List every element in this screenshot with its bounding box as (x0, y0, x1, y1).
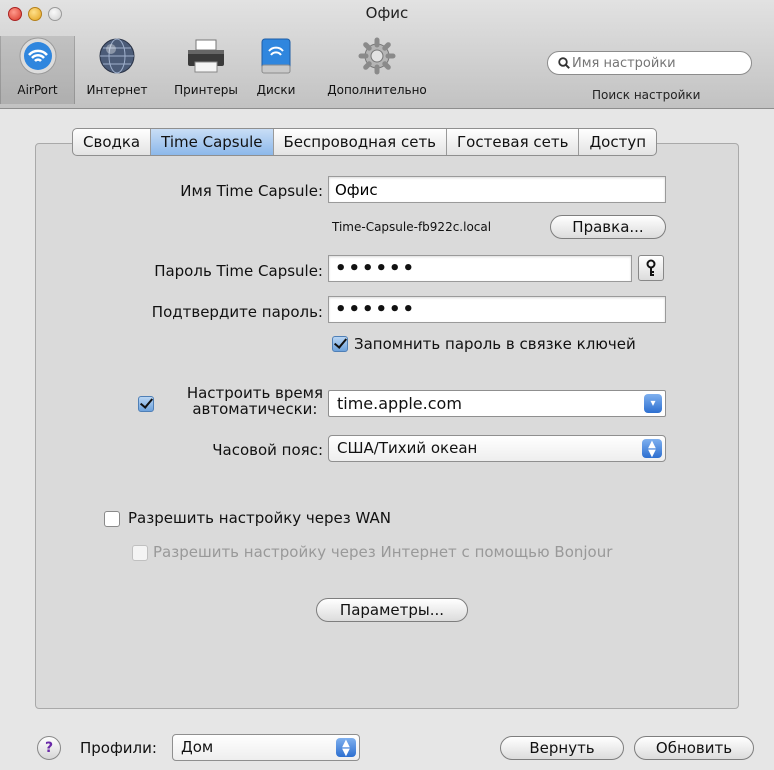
up-down-arrows-icon: ▲ ▼ (336, 738, 356, 757)
search-caption: Поиск настройки (592, 88, 701, 102)
toolbar-label-advanced: Дополнительно (327, 83, 427, 97)
toolbar-label-printers: Принтеры (174, 83, 238, 97)
allow-bonjour-checkbox[interactable] (132, 545, 148, 561)
revert-button[interactable]: Вернуть (500, 736, 624, 760)
toolbar-item-advanced[interactable]: Дополнительно (318, 36, 436, 104)
window-title: Офис (365, 4, 409, 22)
airport-icon (18, 36, 58, 76)
title-toolbar: Офис AirPort Интернет Принтеры Диски Доп… (0, 0, 774, 109)
update-button[interactable]: Обновить (634, 736, 754, 760)
disk-icon (256, 36, 296, 76)
confirm-password-field[interactable]: •••••• (328, 296, 666, 323)
remember-keychain-checkbox[interactable] (332, 336, 348, 352)
toolbar-item-printers[interactable]: Принтеры (167, 36, 245, 104)
time-capsule-name-field[interactable] (328, 176, 666, 203)
profiles-label: Профили: (80, 739, 157, 757)
globe-icon (97, 36, 137, 76)
gear-icon (357, 36, 397, 76)
name-label: Имя Time Capsule: (180, 182, 323, 200)
search-input[interactable] (570, 54, 734, 72)
toolbar-label-airport: AirPort (17, 83, 58, 97)
hostname-text: Time-Capsule-fb922c.local (332, 220, 492, 234)
parameters-button[interactable]: Параметры... (316, 598, 468, 622)
profile-select[interactable]: Дом ▲ ▼ (172, 734, 360, 761)
allow-wan-label: Разрешить настройку через WAN (128, 509, 391, 527)
timezone-value: США/Тихий океан (337, 439, 478, 457)
remember-keychain-label: Запомнить пароль в связке ключей (354, 335, 636, 353)
settings-search-field[interactable] (547, 51, 752, 75)
preferences-window: Офис AirPort Интернет Принтеры Диски Доп… (0, 0, 774, 770)
tab-guest-network[interactable]: Гостевая сеть (447, 129, 580, 155)
toolbar-item-disks[interactable]: Диски (248, 36, 304, 104)
timezone-select[interactable]: США/Тихий океан ▲ ▼ (328, 435, 666, 462)
password-field[interactable]: •••••• (328, 255, 632, 282)
toolbar-item-internet[interactable]: Интернет (80, 36, 154, 104)
toolbar-label-disks: Диски (256, 83, 296, 97)
auto-time-checkbox[interactable] (138, 396, 154, 412)
profile-value: Дом (181, 738, 214, 756)
tab-time-capsule[interactable]: Time Capsule (151, 129, 274, 155)
search-icon (558, 57, 570, 69)
toolbar-item-airport[interactable]: AirPort (0, 36, 75, 104)
tab-summary[interactable]: Сводка (73, 129, 152, 155)
edit-button[interactable]: Правка... (550, 215, 666, 239)
allow-wan-checkbox[interactable] (104, 511, 120, 527)
allow-bonjour-label: Разрешить настройку через Интернет с пом… (153, 543, 613, 561)
tab-access[interactable]: Доступ (579, 129, 656, 155)
chevron-down-icon[interactable]: ▾ (644, 394, 662, 413)
printer-icon (186, 36, 226, 76)
key-icon (646, 259, 656, 276)
tab-wireless[interactable]: Беспроводная сеть (274, 129, 448, 155)
auto-time-label-line2: автоматически: (192, 400, 318, 418)
help-button[interactable]: ? (37, 736, 61, 760)
timezone-label: Часовой пояс: (212, 441, 323, 459)
keychain-button[interactable] (638, 255, 664, 281)
confirm-password-label: Подтвердите пароль: (151, 303, 323, 321)
up-down-arrows-icon: ▲ ▼ (642, 439, 662, 458)
time-server-value: time.apple.com (337, 394, 462, 413)
auto-time-label-line1: Настроить время (186, 384, 323, 402)
time-server-combo[interactable]: time.apple.com ▾ (328, 390, 666, 417)
toolbar-label-internet: Интернет (86, 83, 148, 97)
auto-time-label: Настроить время автоматически: (187, 385, 323, 417)
password-label: Пароль Time Capsule: (154, 262, 323, 280)
tab-bar: Сводка Time Capsule Беспроводная сеть Го… (72, 128, 658, 156)
